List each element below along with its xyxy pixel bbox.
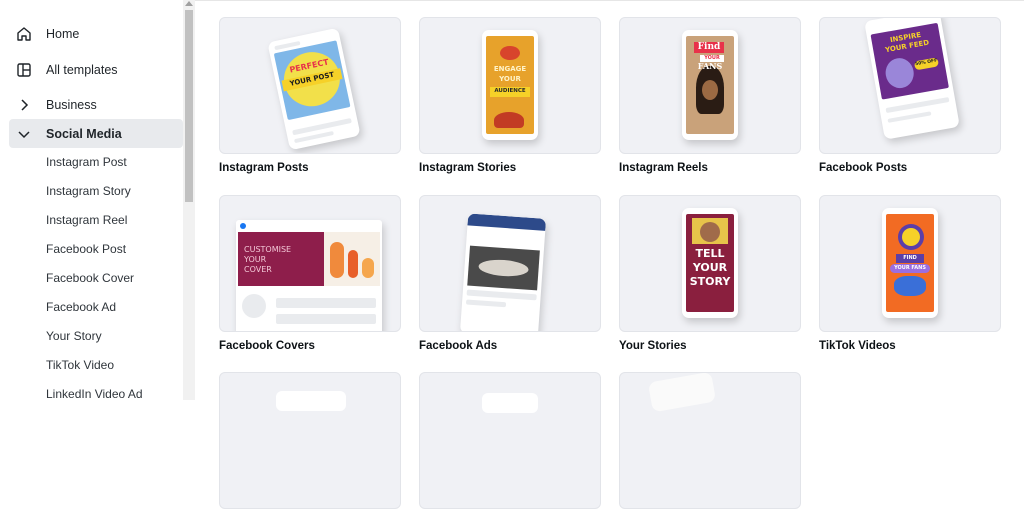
sidebar-item-label: All templates	[46, 62, 118, 77]
template-card-label[interactable]: Instagram Reels	[619, 162, 708, 174]
thumb-text: AUDIENCE	[490, 87, 530, 97]
thumb-text: ENGAGE	[493, 65, 527, 73]
thumb-text: YOUR FANS	[890, 264, 930, 273]
sidebar-item-home[interactable]: Home	[0, 19, 183, 48]
phone-mockup: ENGAGE YOUR AUDIENCE	[482, 30, 538, 140]
thumb-text: YOUR	[499, 75, 521, 83]
thumb-text: YOUR	[692, 261, 728, 274]
template-card-label[interactable]: Your Stories	[619, 340, 687, 352]
thumb-text: 50% OFF	[913, 57, 939, 70]
sidebar-subitem-facebook-ad[interactable]: Facebook Ad	[46, 297, 116, 317]
thumb-text: STORY	[689, 275, 731, 288]
sidebar-subitem-your-story[interactable]: Your Story	[46, 326, 102, 346]
browser-mockup: CUSTOMISE YOUR COVER	[236, 220, 382, 331]
sidebar-subitem-linkedin-video-ad[interactable]: LinkedIn Video Ad	[46, 384, 143, 404]
phone-mockup: PERFECT YOUR POST	[267, 27, 361, 151]
sidebar-item-social-media[interactable]: Social Media	[9, 119, 183, 148]
template-thumbnail[interactable]: ENGAGE YOUR AUDIENCE	[419, 17, 601, 154]
template-thumbnail[interactable]: PERFECT YOUR POST	[219, 17, 401, 154]
phone-mockup	[459, 213, 547, 331]
phone-mockup: TELL YOUR STORY	[682, 208, 738, 318]
template-thumbnail[interactable]	[619, 372, 801, 509]
template-thumbnail[interactable]: FIND YOUR FANS	[819, 195, 1001, 332]
scrollbar-thumb[interactable]	[185, 10, 193, 202]
template-card-label[interactable]: Facebook Covers	[219, 340, 315, 352]
template-card-label[interactable]: Instagram Stories	[419, 162, 516, 174]
sidebar-subitem-tiktok-video[interactable]: TikTok Video	[46, 355, 114, 375]
sidebar-subitem-facebook-cover[interactable]: Facebook Cover	[46, 268, 134, 288]
sidebar-item-label: Social Media	[46, 126, 122, 141]
thumb-text: FANS	[697, 61, 723, 71]
phone-mockup: FIND YOUR FANS	[882, 208, 938, 318]
template-card-label[interactable]: Instagram Posts	[219, 162, 308, 174]
home-icon	[17, 26, 31, 41]
sidebar-subitem-instagram-post[interactable]: Instagram Post	[46, 152, 127, 172]
template-thumbnail[interactable]: INSPIRE YOUR FEED 50% OFF	[819, 17, 1001, 154]
divider	[195, 0, 1024, 1]
sidebar-subitem-instagram-story[interactable]: Instagram Story	[46, 181, 131, 201]
template-thumbnail[interactable]: Find YOUR FANS	[619, 17, 801, 154]
thumb-text: YOUR	[244, 255, 267, 264]
thumb-text: COVER	[244, 265, 272, 274]
template-thumbnail[interactable]: TELL YOUR STORY	[619, 195, 801, 332]
sidebar-subitem-instagram-reel[interactable]: Instagram Reel	[46, 210, 127, 230]
thumb-text: FIND	[896, 254, 924, 263]
template-thumbnail[interactable]	[419, 372, 601, 509]
chevron-right-icon	[21, 98, 29, 111]
thumb-text: TELL	[695, 247, 725, 260]
phone-mockup: Find YOUR FANS	[682, 30, 738, 140]
template-thumbnail[interactable]	[219, 372, 401, 509]
template-card-label[interactable]: Facebook Ads	[419, 340, 497, 352]
sidebar-subitem-facebook-post[interactable]: Facebook Post	[46, 239, 126, 259]
thumb-text: Find	[694, 42, 724, 53]
sidebar: Home All templates Business Social Media…	[0, 0, 183, 401]
sidebar-item-business[interactable]: Business	[0, 90, 183, 119]
sidebar-item-label: Business	[46, 97, 97, 112]
template-card-label[interactable]: TikTok Videos	[819, 340, 896, 352]
template-card-label[interactable]: Facebook Posts	[819, 162, 907, 174]
template-thumbnail[interactable]	[419, 195, 601, 332]
template-thumbnail[interactable]: CUSTOMISE YOUR COVER	[219, 195, 401, 332]
thumb-text: CUSTOMISE	[244, 245, 292, 254]
facebook-icon	[240, 223, 246, 229]
scroll-up-arrow-icon[interactable]	[185, 1, 193, 6]
chevron-down-icon	[18, 130, 30, 138]
phone-mockup: INSPIRE YOUR FEED 50% OFF	[864, 18, 960, 140]
templates-icon	[17, 62, 31, 77]
sidebar-item-all-templates[interactable]: All templates	[0, 55, 183, 84]
sidebar-item-label: Home	[46, 26, 80, 41]
sidebar-scrollbar[interactable]	[183, 0, 195, 400]
